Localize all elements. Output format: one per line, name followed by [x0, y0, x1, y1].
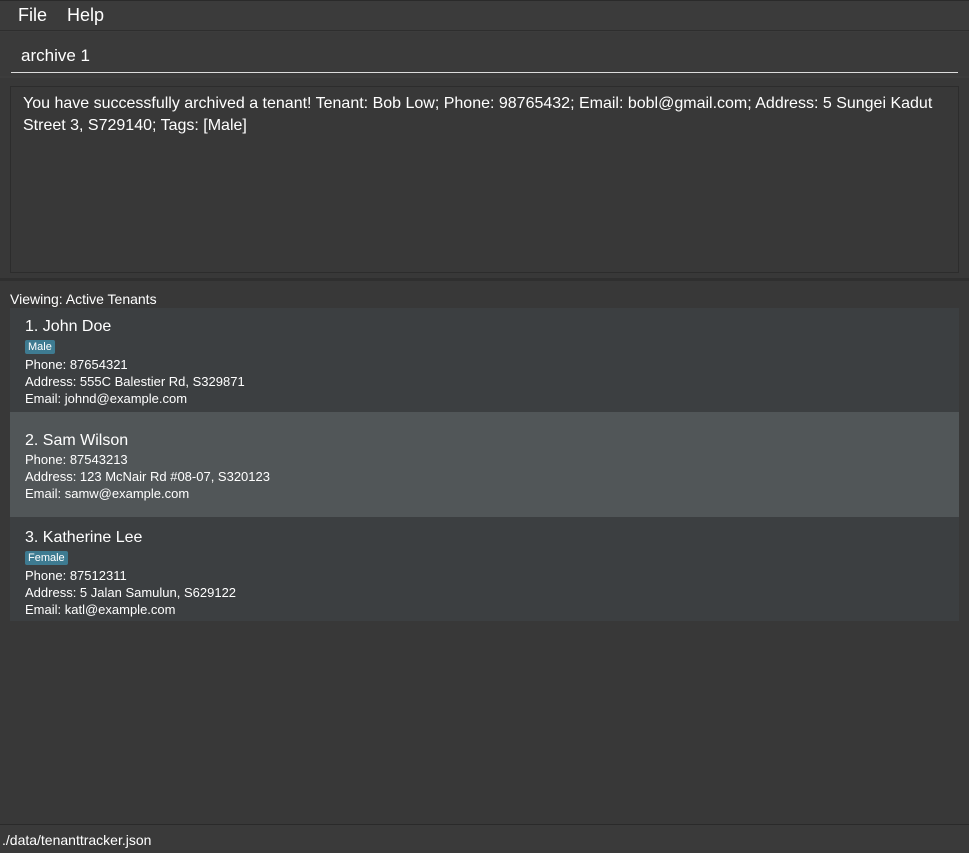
- tenant-list-panel: Viewing: Active Tenants 1. John Doe Male…: [0, 281, 969, 824]
- tenant-card-selected[interactable]: 2. Sam Wilson Phone: 87543213 Address: 1…: [10, 412, 959, 517]
- viewing-label: Viewing: Active Tenants: [10, 291, 157, 307]
- result-display-panel: You have successfully archived a tenant!…: [0, 78, 969, 278]
- tenant-address: Address: 5 Jalan Samulun, S629122: [25, 585, 237, 600]
- tenant-email: Email: samw@example.com: [25, 486, 190, 501]
- tenant-email: Email: katl@example.com: [25, 602, 176, 617]
- tenant-address: Address: 123 McNair Rd #08-07, S320123: [25, 469, 270, 484]
- tenant-card[interactable]: 1. John Doe Male Phone: 87654321 Address…: [10, 308, 959, 412]
- command-box: [0, 32, 969, 76]
- tenant-tag: Male: [25, 340, 55, 354]
- status-bar-file-path: ./data/tenanttracker.json: [0, 824, 969, 853]
- tenant-tracker-window: File Help You have successfully archived…: [0, 0, 969, 853]
- tenant-phone: Phone: 87512311: [25, 568, 127, 583]
- tenant-list: 1. John Doe Male Phone: 87654321 Address…: [10, 308, 959, 621]
- menu-help[interactable]: Help: [57, 0, 114, 31]
- tenant-name: 1. John Doe: [25, 318, 112, 335]
- menu-bar: File Help: [0, 0, 969, 31]
- tenant-phone: Phone: 87543213: [25, 452, 128, 467]
- tenant-email: Email: johnd@example.com: [25, 391, 188, 406]
- tenant-name: 3. Katherine Lee: [25, 529, 143, 546]
- tenant-tag: Female: [25, 551, 68, 565]
- command-input[interactable]: [11, 39, 958, 73]
- tenant-phone: Phone: 87654321: [25, 357, 128, 372]
- tenant-card[interactable]: 3. Katherine Lee Female Phone: 87512311 …: [10, 517, 959, 621]
- menu-file[interactable]: File: [8, 0, 57, 31]
- tenant-address: Address: 555C Balestier Rd, S329871: [25, 374, 245, 389]
- result-display[interactable]: You have successfully archived a tenant!…: [10, 86, 959, 273]
- tenant-name: 2. Sam Wilson: [25, 432, 129, 449]
